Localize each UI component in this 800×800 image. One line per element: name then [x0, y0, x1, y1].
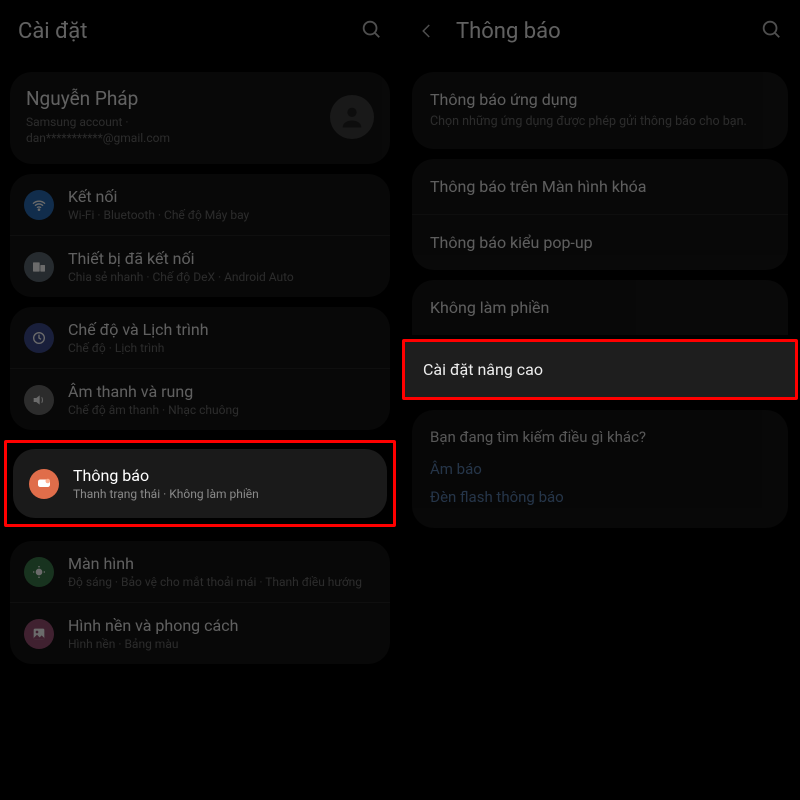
row-notifications[interactable]: Thông báo Thanh trạng thái · Không làm p…	[15, 451, 385, 516]
row-title: Màn hình	[68, 554, 376, 573]
notifications-pane: Thông báo Thông báo ứng dụng Chọn những …	[400, 0, 800, 800]
row-sub: Độ sáng · Bảo vệ cho mắt thoải mái · Tha…	[68, 575, 376, 589]
row-sub: Thanh trạng thái · Không làm phiền	[73, 487, 371, 501]
notifications-header: Thông báo	[400, 0, 800, 62]
settings-header: Cài đặt	[0, 0, 400, 62]
profile-account: Samsung account ·	[26, 114, 330, 130]
row-sub: Hình nền · Bảng màu	[68, 637, 376, 651]
row-title: Kết nối	[68, 187, 376, 206]
row-sound[interactable]: Âm thanh và rung Chế độ âm thanh · Nhạc …	[10, 368, 390, 430]
row-title: Thông báo	[73, 466, 371, 485]
row-display[interactable]: Màn hình Độ sáng · Bảo vệ cho mắt thoải …	[10, 541, 390, 602]
settings-pane: Cài đặt Nguyễn Pháp Samsung account · da…	[0, 0, 400, 800]
row-title: Thông báo kiểu pop-up	[430, 233, 770, 252]
search-icon[interactable]	[360, 18, 382, 44]
row-sub: Chế độ âm thanh · Nhạc chuông	[68, 403, 376, 417]
advanced-settings-highlight[interactable]: Cài đặt nâng cao	[402, 339, 798, 400]
row-sub: Wi-Fi · Bluetooth · Chế độ Máy bay	[68, 208, 376, 222]
row-popup-notif[interactable]: Thông báo kiểu pop-up	[412, 214, 788, 270]
row-title: Thông báo trên Màn hình khóa	[430, 177, 770, 196]
mode-icon	[24, 323, 54, 353]
row-lockscreen-notif[interactable]: Thông báo trên Màn hình khóa	[412, 159, 788, 214]
lock-popup-card: Thông báo trên Màn hình khóa Thông báo k…	[412, 159, 788, 270]
notification-icon	[29, 469, 59, 499]
row-title: Chế độ và Lịch trình	[68, 320, 376, 339]
row-connections[interactable]: Kết nối Wi-Fi · Bluetooth · Chế độ Máy b…	[10, 174, 390, 235]
profile-email: dan***********@gmail.com	[26, 130, 330, 146]
row-app-notifications[interactable]: Thông báo ứng dụng Chọn những ứng dụng đ…	[412, 72, 788, 149]
page-title: Thông báo	[456, 19, 760, 44]
row-modes[interactable]: Chế độ và Lịch trình Chế độ · Lịch trình	[10, 307, 390, 368]
profile-name: Nguyễn Pháp	[26, 87, 330, 110]
profile-card[interactable]: Nguyễn Pháp Samsung account · dan*******…	[10, 72, 390, 164]
page-title: Cài đặt	[18, 19, 360, 44]
wifi-icon	[24, 190, 54, 220]
row-wallpaper[interactable]: Hình nền và phong cách Hình nền · Bảng m…	[10, 602, 390, 664]
row-title: Thông báo ứng dụng	[430, 90, 770, 109]
search-icon[interactable]	[760, 18, 782, 44]
connections-group: Kết nối Wi-Fi · Bluetooth · Chế độ Máy b…	[10, 174, 390, 297]
row-title: Hình nền và phong cách	[68, 616, 376, 635]
back-icon[interactable]	[418, 22, 446, 40]
display-icon	[24, 557, 54, 587]
display-group: Màn hình Độ sáng · Bảo vệ cho mắt thoải …	[10, 541, 390, 664]
row-sub: Chia sẻ nhanh · Chế độ DeX · Android Aut…	[68, 270, 376, 284]
avatar	[330, 95, 374, 139]
dnd-card: Không làm phiền	[412, 280, 788, 335]
row-connected-devices[interactable]: Thiết bị đã kết nối Chia sẻ nhanh · Chế …	[10, 235, 390, 297]
row-title: Thiết bị đã kết nối	[68, 249, 376, 268]
suggest-link-sound[interactable]: Âm báo	[430, 460, 770, 478]
row-title: Cài đặt nâng cao	[423, 360, 777, 379]
suggest-question: Bạn đang tìm kiếm điều gì khác?	[430, 428, 770, 446]
suggest-link-flash[interactable]: Đèn flash thông báo	[430, 488, 770, 506]
sound-icon	[24, 385, 54, 415]
devices-icon	[24, 252, 54, 282]
wallpaper-icon	[24, 619, 54, 649]
row-sub: Chọn những ứng dụng được phép gửi thông …	[430, 113, 770, 131]
row-title: Âm thanh và rung	[68, 382, 376, 401]
notifications-highlight: Thông báo Thanh trạng thái · Không làm p…	[4, 440, 396, 527]
row-dnd[interactable]: Không làm phiền	[412, 280, 788, 335]
suggestions-card: Bạn đang tìm kiếm điều gì khác? Âm báo Đ…	[412, 410, 788, 528]
app-notifications-card: Thông báo ứng dụng Chọn những ứng dụng đ…	[412, 72, 788, 149]
modes-sound-group: Chế độ và Lịch trình Chế độ · Lịch trình…	[10, 307, 390, 430]
row-sub: Chế độ · Lịch trình	[68, 341, 376, 355]
row-title: Không làm phiền	[430, 298, 770, 317]
